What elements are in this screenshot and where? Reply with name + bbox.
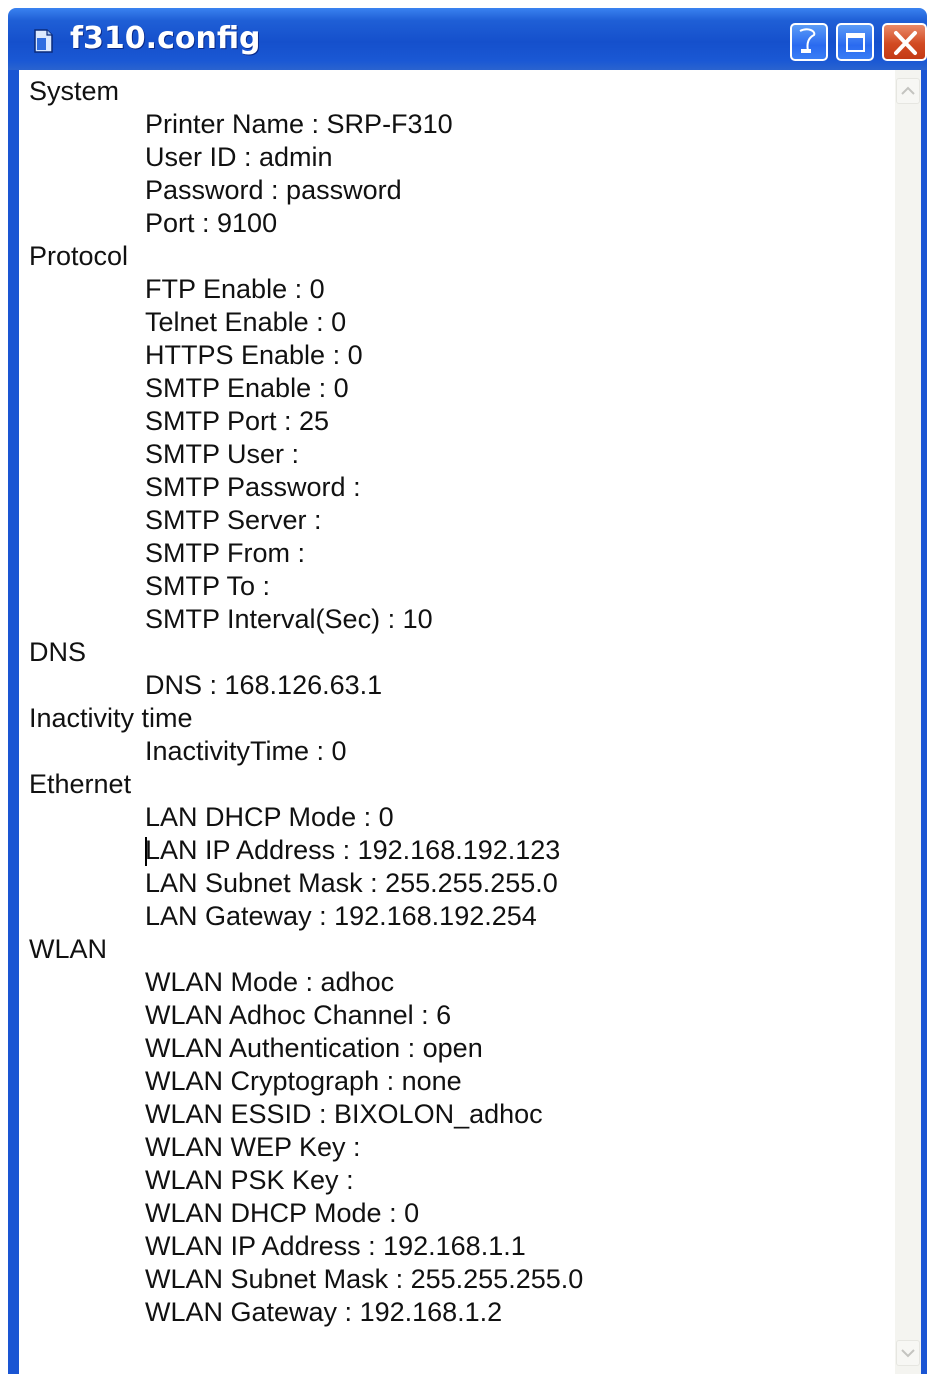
document-icon[interactable] bbox=[32, 28, 54, 54]
config-entry: WLAN PSK Key : bbox=[145, 1165, 354, 1195]
config-entry: SMTP Port : 25 bbox=[145, 406, 330, 436]
config-entry: SMTP Interval(Sec) : 10 bbox=[145, 604, 433, 634]
config-entry: WLAN Authentication : open bbox=[145, 1033, 483, 1063]
config-entry: SMTP From : bbox=[145, 538, 306, 568]
scroll-up-button[interactable] bbox=[896, 78, 920, 104]
config-entry: LAN DHCP Mode : 0 bbox=[145, 802, 394, 832]
maximize-button[interactable] bbox=[836, 23, 874, 61]
title-bar[interactable]: f310.config bbox=[8, 8, 927, 70]
config-entry: Telnet Enable : 0 bbox=[145, 307, 347, 337]
config-entry: LAN Subnet Mask : 255.255.255.0 bbox=[145, 868, 558, 898]
config-entry: WLAN WEP Key : bbox=[145, 1132, 361, 1162]
config-entry: Port : 9100 bbox=[145, 208, 278, 238]
minimize-button[interactable] bbox=[790, 23, 828, 61]
window-title: f310.config bbox=[70, 21, 261, 56]
config-entry: WLAN Gateway : 192.168.1.2 bbox=[145, 1297, 503, 1327]
window-frame-right bbox=[921, 70, 927, 1374]
config-entry: User ID : admin bbox=[145, 142, 333, 172]
config-entry: DNS : 168.126.63.1 bbox=[145, 670, 383, 700]
config-entry: Printer Name : SRP-F310 bbox=[145, 109, 453, 139]
config-entry: LAN Gateway : 192.168.192.254 bbox=[145, 901, 537, 931]
section-heading: Ethernet bbox=[29, 769, 132, 799]
config-entry: SMTP To : bbox=[145, 571, 271, 601]
config-entry: WLAN ESSID : BIXOLON_adhoc bbox=[145, 1099, 543, 1129]
scroll-down-button[interactable] bbox=[896, 1340, 920, 1366]
close-button[interactable] bbox=[882, 23, 927, 61]
vertical-scrollbar[interactable] bbox=[895, 70, 921, 1374]
section-heading: DNS bbox=[29, 637, 87, 667]
config-entry: WLAN Cryptograph : none bbox=[145, 1066, 462, 1096]
config-entry: SMTP Password : bbox=[145, 472, 361, 502]
section-heading: WLAN bbox=[29, 934, 108, 964]
config-entry: Password : password bbox=[145, 175, 402, 205]
config-text-area[interactable]: System Printer Name : SRP-F310 User ID : a… bbox=[19, 70, 895, 1374]
config-entry: WLAN Adhoc Channel : 6 bbox=[145, 1000, 452, 1030]
section-heading: Inactivity time bbox=[29, 703, 193, 733]
config-entry: LAN IP Address : 192.168.192.123 bbox=[145, 835, 561, 865]
config-entry: SMTP Server : bbox=[145, 505, 322, 535]
config-entry: WLAN Subnet Mask : 255.255.255.0 bbox=[145, 1264, 584, 1294]
config-entry: FTP Enable : 0 bbox=[145, 274, 325, 304]
config-entry: HTTPS Enable : 0 bbox=[145, 340, 363, 370]
config-entry: SMTP Enable : 0 bbox=[145, 373, 349, 403]
config-entry: WLAN Mode : adhoc bbox=[145, 967, 395, 997]
section-heading: Protocol bbox=[29, 241, 129, 271]
config-window: f310.config System Printer Name: SRP-F3… bbox=[0, 0, 927, 1374]
config-entry: InactivityTime : 0 bbox=[145, 736, 347, 766]
config-entry: WLAN DHCP Mode : 0 bbox=[145, 1198, 420, 1228]
window-frame-left bbox=[8, 70, 19, 1374]
config-entry: SMTP User : bbox=[145, 439, 300, 469]
section-heading: System bbox=[29, 76, 120, 106]
config-entry: WLAN IP Address : 192.168.1.1 bbox=[145, 1231, 526, 1261]
